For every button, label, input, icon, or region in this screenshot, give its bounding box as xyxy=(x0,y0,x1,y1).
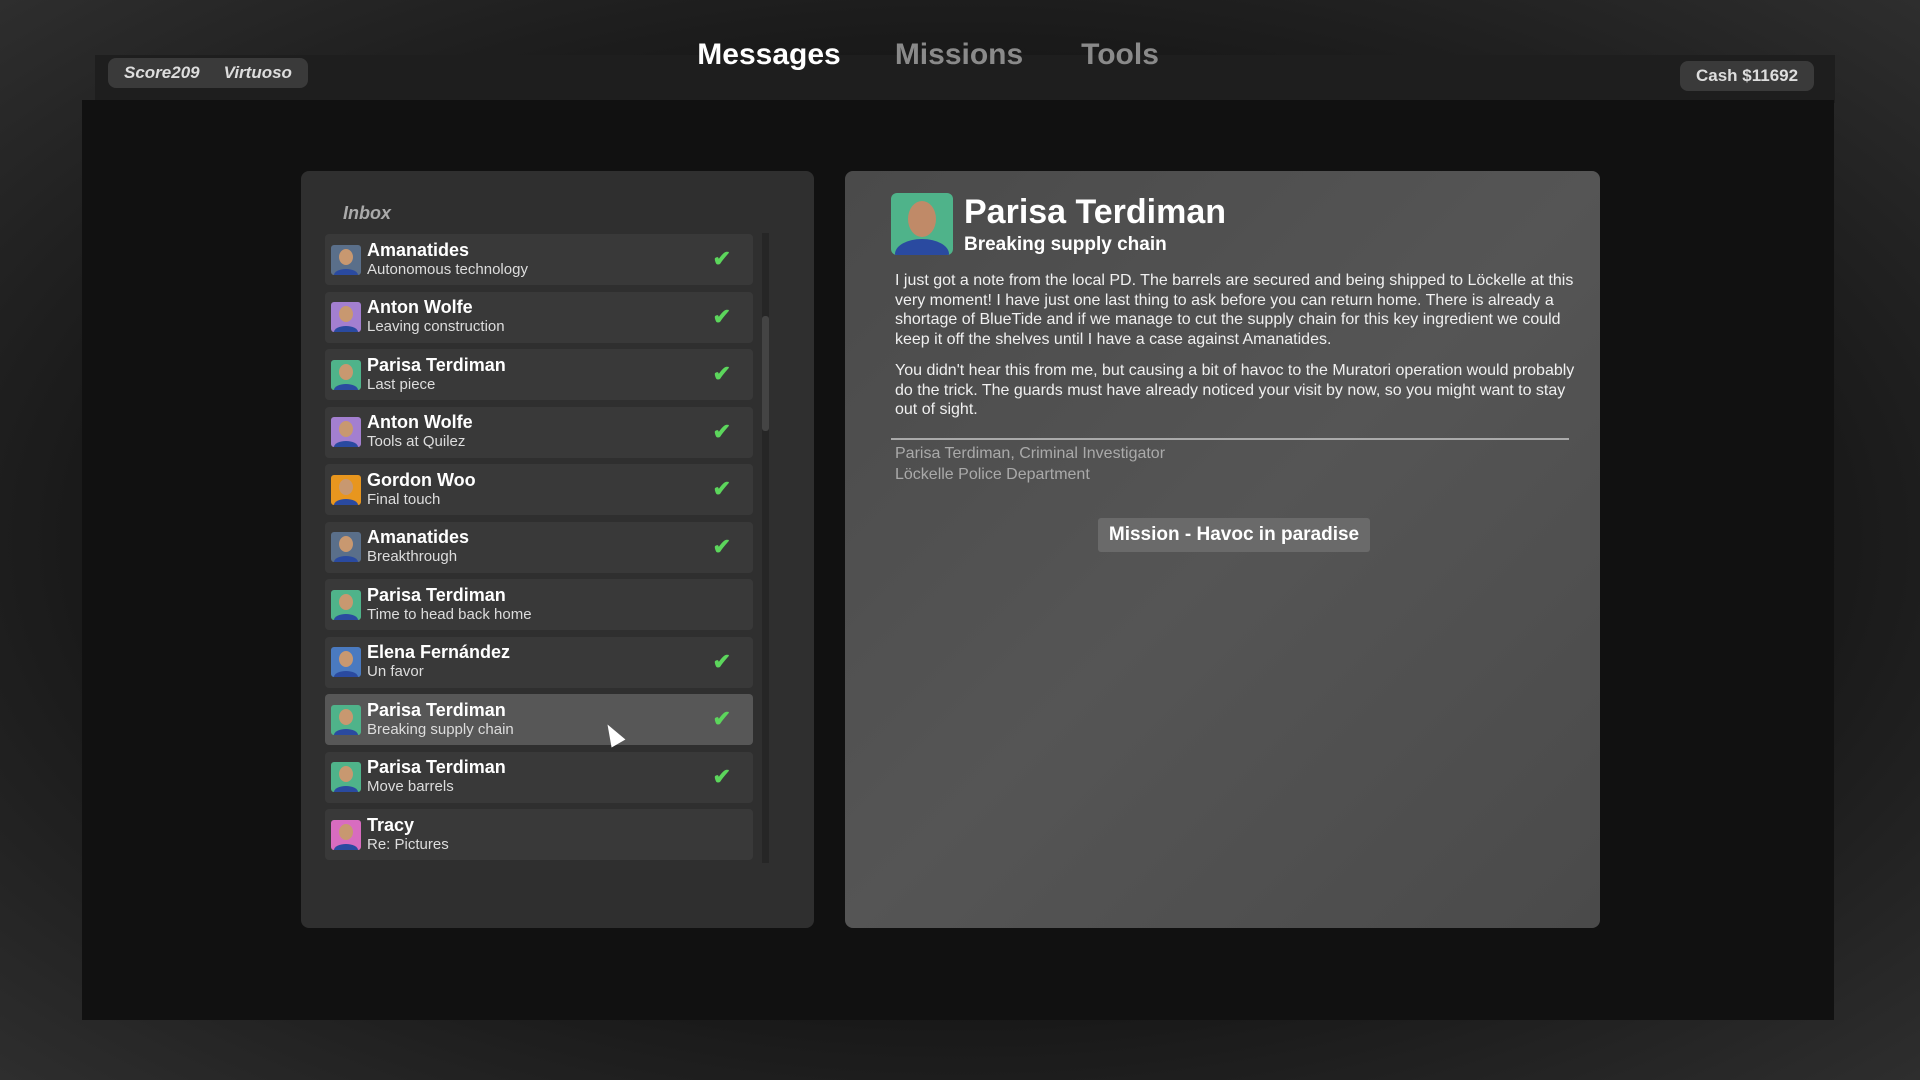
inbox-item-sender: Amanatides xyxy=(367,527,470,547)
inbox-item-text: Parisa Terdiman Time to head back home xyxy=(367,584,532,624)
inbox-item-subject: Re: Pictures xyxy=(367,835,449,853)
inbox-item-sender: Parisa Terdiman xyxy=(367,757,506,777)
avatar xyxy=(331,647,361,677)
inbox-item[interactable]: Amanatides Autonomous technology ✔ xyxy=(325,234,753,285)
avatar xyxy=(331,704,361,735)
inbox-item-sender: Anton Wolfe xyxy=(367,412,473,432)
tab-missions[interactable]: Missions xyxy=(895,38,1023,72)
inbox-item-text: Amanatides Breakthrough xyxy=(367,528,469,566)
avatar xyxy=(331,359,361,390)
inbox-label: Inbox xyxy=(343,203,391,223)
inbox-item-subject: Un favor xyxy=(367,663,424,680)
inbox-item[interactable]: Parisa Terdiman Breaking supply chain ✔ xyxy=(325,694,753,745)
inbox-item-text: Tracy Re: Pictures xyxy=(367,814,449,854)
inbox-item[interactable]: Gordon Woo Final touch ✔ xyxy=(325,464,753,515)
check-icon: ✔ xyxy=(712,648,731,674)
inbox-item[interactable]: Anton Wolfe Tools at Quilez ✔ xyxy=(325,406,753,458)
rank-label: Virtuoso xyxy=(223,63,292,82)
check-icon: ✔ xyxy=(712,361,731,386)
inbox-item-text: Gordon Woo Final touch xyxy=(367,469,476,509)
inbox-item-subject: Leaving construction xyxy=(367,318,505,335)
signature-line: Löckelle Police Department xyxy=(895,466,1090,483)
inbox-item[interactable]: Parisa Terdiman Last piece ✔ xyxy=(325,349,753,400)
message-paragraph: I just got a note from the local PD. The… xyxy=(895,272,1574,348)
inbox-item-text: Anton Wolfe Tools at Quilez xyxy=(367,413,473,451)
inbox-item[interactable]: Anton Wolfe Leaving construction ✔ xyxy=(325,291,753,343)
inbox-item[interactable]: Parisa Terdiman Move barrels ✔ xyxy=(325,751,753,803)
message-paragraph: You didn't hear this from me, but causin… xyxy=(895,362,1575,418)
signature-divider xyxy=(891,438,1569,440)
check-icon: ✔ xyxy=(712,418,731,444)
inbox-list: Amanatides Autonomous technology ✔ Anton… xyxy=(325,234,755,864)
inbox-item-subject: Breakthrough xyxy=(367,548,458,565)
inbox-item[interactable]: Elena Fernández Un favor ✔ xyxy=(325,636,753,688)
inbox-panel: Inbox Amanatides Autonomous technology ✔… xyxy=(301,171,814,928)
message-sender: Parisa Terdiman xyxy=(964,193,1227,231)
inbox-item-text: Elena Fernández Un favor xyxy=(367,643,510,681)
avatar xyxy=(331,302,361,332)
inbox-item-sender: Amanatides xyxy=(367,239,470,260)
inbox-item-sender: Parisa Terdiman xyxy=(367,699,506,720)
inbox-item[interactable]: Tracy Re: Pictures xyxy=(325,809,753,860)
avatar xyxy=(331,819,361,850)
mission-button[interactable]: Mission - Havoc in paradise xyxy=(1098,518,1370,552)
inbox-item-subject: Last piece xyxy=(367,375,436,393)
inbox-item-text: Parisa Terdiman Move barrels xyxy=(367,758,506,796)
sender-avatar xyxy=(891,193,953,255)
check-icon: ✔ xyxy=(712,246,731,271)
scrollbar-thumb[interactable] xyxy=(762,316,769,431)
avatar xyxy=(331,532,361,562)
inbox-item-text: Amanatides Autonomous technology xyxy=(367,239,528,279)
check-icon: ✔ xyxy=(712,533,731,559)
inbox-item-text: Parisa Terdiman Breaking supply chain xyxy=(367,699,514,739)
message-body: I just got a note from the local PD. The… xyxy=(895,271,1575,432)
check-icon: ✔ xyxy=(712,303,731,329)
avatar xyxy=(331,589,361,620)
score-badge: Score209 Virtuoso xyxy=(108,58,308,88)
signature-line: Parisa Terdiman, Criminal Investigator xyxy=(895,445,1166,462)
inbox-item[interactable]: Parisa Terdiman Time to head back home xyxy=(325,579,753,630)
inbox-item-subject: Move barrels xyxy=(367,778,454,795)
tab-tools[interactable]: Tools xyxy=(1081,38,1159,72)
inbox-item-subject: Final touch xyxy=(367,490,441,508)
tab-messages[interactable]: Messages xyxy=(697,38,840,72)
inbox-scrollbar[interactable] xyxy=(762,233,769,863)
avatar xyxy=(331,474,361,505)
inbox-item-sender: Parisa Terdiman xyxy=(367,584,506,605)
inbox-item[interactable]: Amanatides Breakthrough ✔ xyxy=(325,521,753,573)
inbox-item-subject: Breaking supply chain xyxy=(367,720,514,738)
avatar xyxy=(331,762,361,792)
inbox-item-sender: Gordon Woo xyxy=(367,469,476,490)
avatar xyxy=(331,244,361,275)
inbox-item-subject: Time to head back home xyxy=(367,605,532,623)
inbox-item-sender: Elena Fernández xyxy=(367,642,511,662)
signature: Parisa Terdiman, Criminal Investigator L… xyxy=(895,443,1165,485)
check-icon: ✔ xyxy=(712,706,731,731)
avatar xyxy=(331,417,361,447)
inbox-item-text: Parisa Terdiman Last piece xyxy=(367,354,506,394)
message-panel: Parisa Terdiman Breaking supply chain I … xyxy=(845,171,1600,928)
inbox-item-sender: Parisa Terdiman xyxy=(367,354,506,375)
score-value: Score209 xyxy=(124,63,200,82)
inbox-item-subject: Autonomous technology xyxy=(367,260,528,278)
cash-value: Cash $11692 xyxy=(1696,66,1799,85)
inbox-item-sender: Anton Wolfe xyxy=(367,297,473,317)
message-subject: Breaking supply chain xyxy=(964,234,1167,255)
cash-badge: Cash $11692 xyxy=(1680,61,1815,91)
inbox-item-text: Anton Wolfe Leaving construction xyxy=(367,298,505,336)
check-icon: ✔ xyxy=(712,476,731,501)
inbox-item-sender: Tracy xyxy=(367,814,415,835)
check-icon: ✔ xyxy=(712,763,731,789)
inbox-item-subject: Tools at Quilez xyxy=(367,433,466,450)
